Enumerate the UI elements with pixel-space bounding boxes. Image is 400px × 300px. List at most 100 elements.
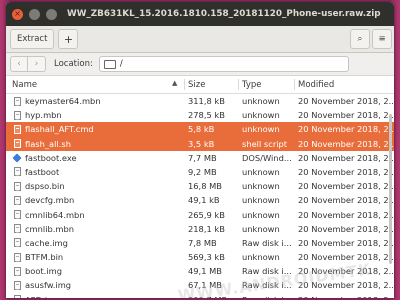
file-modified: 20 November 2018, 2...	[298, 195, 394, 206]
column-modified-header[interactable]: Modified	[298, 76, 394, 93]
file-modified: 20 November 2018, 2...	[298, 252, 394, 263]
file-name: BTFM.bin	[25, 252, 64, 263]
file-type: unknown	[242, 124, 280, 135]
file-type: Raw disk i...	[242, 293, 297, 298]
menu-button[interactable]: ≡	[372, 29, 392, 49]
file-modified: 20 November 2018, 2...	[298, 280, 394, 291]
executable-file-icon	[12, 153, 22, 163]
file-size: 49,1 MB	[188, 266, 222, 277]
chevron-right-icon: ›	[34, 59, 39, 69]
file-icon	[13, 210, 21, 219]
file-name: flash_all.sh	[25, 138, 71, 149]
file-modified: 20 November 2018, 2...	[298, 138, 394, 149]
file-type: unknown	[242, 166, 280, 177]
file-icon	[13, 124, 21, 134]
file-row[interactable]: flashall_AFT.cmd 5,8 kB unknown 20 November…	[6, 122, 394, 137]
location-field[interactable]: /	[98, 56, 349, 72]
file-icon	[13, 224, 21, 234]
file-modified: 20 November 2018, 2...	[298, 293, 394, 298]
folder-icon	[103, 59, 116, 69]
column-size-header[interactable]: Size	[188, 76, 240, 93]
file-size: 569,3 kB	[188, 252, 225, 263]
file-row[interactable]: boot.img 49,1 MB Raw disk i... 20 November …	[6, 264, 394, 278]
file-type: unknown	[242, 96, 280, 106]
extract-button[interactable]: Extract	[10, 29, 55, 49]
file-type: unknown	[242, 110, 280, 121]
file-modified: 20 November 2018, 2...	[298, 96, 394, 106]
file-row[interactable]: fastboot.exe 7,7 MB DOS/Wind... 20 November…	[6, 151, 394, 165]
file-icon	[13, 266, 21, 276]
archive-manager-window: × WW_ZB631KL_15.2016.1810.158_20181120_P…	[6, 2, 394, 298]
minimize-window-button[interactable]	[29, 8, 40, 20]
file-list: keymaster64.mbn 311,8 kB unknown 20 Novembe…	[6, 94, 394, 298]
file-name: APD.img	[25, 293, 185, 298]
file-row[interactable]: flash_all.sh 3,5 kB shell script 20 Novembe…	[6, 136, 394, 151]
file-modified: 20 November 2018, 2...	[298, 237, 394, 248]
file-icon	[13, 110, 21, 120]
file-row[interactable]: dspso.bin 16,8 MB unknown 20 November 2018,…	[6, 179, 394, 193]
file-icon	[13, 252, 21, 262]
column-divider[interactable]	[294, 79, 295, 90]
file-row[interactable]: keymaster64.mbn 311,8 kB unknown 20 Novembe…	[6, 94, 394, 108]
file-size: 278,5 kB	[188, 110, 225, 121]
close-window-button[interactable]: ×	[12, 8, 23, 20]
close-icon: ×	[14, 9, 21, 18]
file-row[interactable]: cmnlib64.mbn 265,9 kB unknown 20 November 2…	[6, 208, 394, 222]
column-divider[interactable]	[238, 79, 239, 90]
column-name-header[interactable]: Name	[12, 76, 186, 93]
file-icon	[13, 295, 21, 298]
file-type: shell script	[242, 138, 288, 149]
file-icon	[13, 181, 21, 191]
file-type: unknown	[242, 223, 280, 234]
window-title: WW_ZB631KL_15.2016.1810.158_20181120_Pho…	[67, 9, 381, 19]
column-divider[interactable]	[184, 79, 185, 90]
location-label: Location:	[54, 59, 93, 69]
add-files-button[interactable]: +	[58, 29, 79, 49]
file-type: unknown	[242, 209, 280, 220]
file-size: 311,8 kB	[188, 96, 225, 106]
file-size: 67,1 MB	[188, 280, 222, 291]
file-name: fastboot.exe	[25, 152, 77, 163]
file-name: devcfg.mbn	[25, 195, 75, 206]
file-icon	[13, 238, 21, 248]
file-type: unknown	[242, 195, 280, 206]
file-modified: 20 November 2018, 2...	[298, 166, 394, 177]
file-modified: 20 November 2018, 2...	[298, 152, 394, 163]
file-row[interactable]: hyp.mbn 278,5 kB unknown 20 November 2018, …	[6, 108, 394, 122]
title-bar: × WW_ZB631KL_15.2016.1810.158_20181120_P…	[6, 2, 394, 26]
file-name: boot.img	[25, 266, 62, 277]
file-icon	[13, 167, 21, 177]
maximize-window-button[interactable]	[46, 8, 57, 20]
file-row[interactable]: cmnlib.mbn 218,1 kB unknown 20 November 201…	[6, 222, 394, 236]
back-button[interactable]: ‹	[10, 56, 28, 72]
scrollbar[interactable]	[389, 114, 392, 264]
file-size: 209,7 MB	[188, 293, 240, 298]
file-name: cmnlib.mbn	[25, 223, 75, 234]
file-row[interactable]: BTFM.bin 569,3 kB unknown 20 November 2018,…	[6, 250, 394, 264]
file-modified: 20 November 2018, 2...	[298, 266, 394, 277]
file-modified: 20 November 2018, 2...	[298, 124, 394, 135]
toolbar: Extract + ⌕ ≡	[6, 26, 394, 53]
file-row[interactable]: devcfg.mbn 49,1 kB unknown 20 November 2018…	[6, 193, 394, 207]
file-modified: 20 November 2018, 2...	[298, 181, 394, 192]
file-icon	[13, 195, 21, 205]
file-modified: 20 November 2018, 2...	[298, 110, 394, 121]
file-name: fastboot	[25, 166, 60, 177]
file-name: cache.img	[25, 237, 68, 248]
file-size: 49,1 kB	[188, 195, 220, 206]
file-size: 16,8 MB	[188, 181, 222, 192]
file-icon	[13, 96, 21, 106]
file-row[interactable]: asusfw.img 67,1 MB Raw disk i... 20 Novembe…	[6, 278, 394, 292]
file-row[interactable]: fastboot 9,2 MB unknown 20 November 2018, 2…	[6, 165, 394, 179]
file-size: 9,2 MB	[188, 166, 217, 177]
forward-button[interactable]: ›	[28, 56, 46, 72]
column-type-header[interactable]: Type	[242, 76, 298, 93]
file-icon	[13, 280, 21, 290]
file-row[interactable]: APD.img209,7 MBRaw disk i...20 November …	[6, 293, 394, 298]
file-size: 7,8 MB	[188, 237, 217, 248]
file-name: flashall_AFT.cmd	[25, 124, 94, 135]
file-type: Raw disk i...	[242, 280, 292, 291]
hamburger-menu-icon: ≡	[378, 34, 386, 44]
search-button[interactable]: ⌕	[350, 29, 370, 49]
file-row[interactable]: cache.img 7,8 MB Raw disk i... 20 November …	[6, 236, 394, 250]
